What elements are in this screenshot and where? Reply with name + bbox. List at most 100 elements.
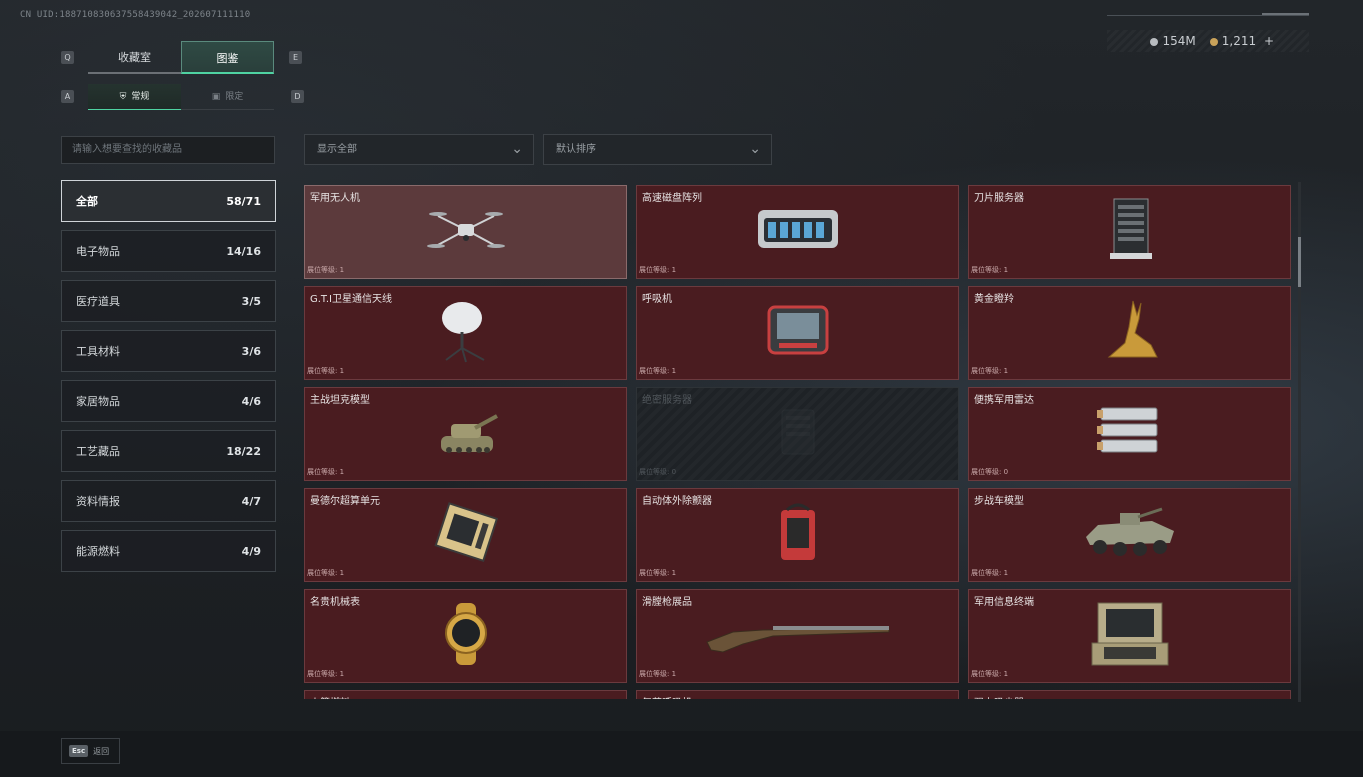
user-uid: CN UID:18871083063755843904​2_2026071111…	[20, 10, 251, 20]
collection-screen: CN UID:18871083063755843904​2_2026071111…	[0, 0, 1363, 777]
sort-value: 默认排序	[556, 144, 596, 155]
category-label: 医疗道具	[76, 295, 120, 308]
gold-amount: 1,211	[1221, 34, 1257, 48]
supercomputer-unit-icon	[431, 502, 501, 568]
item-card[interactable]: G.T.I卫星通信天线 展位等级: 1	[304, 286, 627, 380]
category-household[interactable]: 家居物品 4/6	[61, 380, 276, 422]
item-name: 便携军用雷达	[974, 395, 1034, 406]
secret-server-icon	[768, 402, 828, 466]
item-display-level: 展位等级: 1	[971, 569, 1009, 577]
item-card[interactable]: 自动体外除颤器 展位等级: 1	[636, 488, 959, 582]
item-card[interactable]: 复苏呼吸机	[636, 690, 959, 699]
radar-icon	[1095, 402, 1165, 466]
category-label: 能源燃料	[76, 545, 120, 558]
item-card[interactable]: 滑膛枪展品展位等级: 1	[636, 589, 959, 683]
category-count: 18/22	[226, 444, 261, 458]
item-card[interactable]: 便携军用雷达 展位等级: 0	[968, 387, 1291, 481]
item-card[interactable]: 强力吸尘器	[968, 690, 1291, 699]
item-name: 步战车模型	[974, 496, 1024, 507]
gold-currency: 1,211 +	[1209, 34, 1274, 48]
disk-array-icon	[752, 202, 844, 262]
frame-icon: ▣	[211, 92, 221, 102]
item-card[interactable]: 绝密服务器 展位等级: 0	[636, 387, 959, 481]
category-all[interactable]: 全部 58/71	[61, 180, 276, 222]
esc-key-hint: Esc	[69, 745, 89, 757]
back-label: 返回	[93, 746, 110, 756]
display-filter-value: 显示全部	[317, 144, 357, 155]
category-tools[interactable]: 工具材料 3/6	[61, 330, 276, 372]
tab-regular-label: 常规	[131, 92, 150, 102]
tank-icon	[431, 402, 501, 466]
chevron-down-icon: ⌄	[749, 141, 761, 157]
satellite-dish-icon	[436, 296, 496, 370]
top-tabs: 收藏室 图鉴	[88, 41, 274, 74]
category-label: 资料情报	[76, 495, 120, 508]
item-display-level: 展位等级: 0	[639, 468, 677, 476]
item-card[interactable]: 高速磁盘阵列 展位等级: 1	[636, 185, 959, 279]
category-count: 4/7	[241, 494, 261, 508]
category-crafts[interactable]: 工艺藏品 18/22	[61, 430, 276, 472]
tab-collection-room[interactable]: 收藏室	[88, 41, 181, 74]
tab-codex[interactable]: 图鉴	[181, 41, 274, 74]
category-energy[interactable]: 能源燃料 4/9	[61, 530, 276, 572]
item-card[interactable]: 呼吸机 展位等级: 1	[636, 286, 959, 380]
item-display-level: 展位等级: 1	[307, 670, 345, 678]
category-electronics[interactable]: 电子物品 14/16	[61, 230, 276, 272]
item-name: 自动体外除颤器	[642, 496, 712, 507]
currency-divider-accent	[1262, 13, 1309, 15]
category-count: 4/9	[241, 544, 261, 558]
category-label: 电子物品	[76, 245, 120, 258]
sub-tabs: ⛨ 常规 ▣ 限定	[88, 84, 274, 110]
item-card[interactable]: 军用信息终端 展位等级: 1	[968, 589, 1291, 683]
musket-icon	[703, 614, 893, 658]
item-name: 高速磁盘阵列	[642, 193, 702, 204]
item-display-level: 展位等级: 1	[307, 468, 345, 476]
item-name: 曼德尔超算单元	[310, 496, 380, 507]
currency-divider	[1107, 15, 1309, 16]
add-currency-button[interactable]: +	[1264, 34, 1274, 48]
item-name: 黄金瞪羚	[974, 294, 1014, 305]
item-name: G.T.I卫星通信天线	[310, 294, 392, 305]
item-card[interactable]: 军用无人机 展位等级: 1	[304, 185, 627, 279]
scrollbar-thumb[interactable]	[1298, 237, 1301, 287]
category-label: 工具材料	[76, 345, 120, 358]
item-card[interactable]: 火箭燃料	[304, 690, 627, 699]
item-card[interactable]: 主战坦克模型 展位等级: 1	[304, 387, 627, 481]
watch-icon	[438, 601, 494, 671]
item-name: 名贵机械表	[310, 597, 360, 608]
item-display-level: 展位等级: 1	[307, 367, 345, 375]
blade-server-icon	[1102, 195, 1158, 269]
category-count: 3/5	[241, 294, 261, 308]
category-count: 4/6	[241, 394, 261, 408]
drone-icon	[426, 202, 506, 262]
item-name: 强力吸尘器	[974, 694, 1024, 699]
defibrillator-icon	[773, 500, 823, 570]
item-display-level: 展位等级: 1	[639, 670, 677, 678]
item-name: 火箭燃料	[310, 694, 350, 699]
ifv-icon	[1080, 503, 1180, 567]
item-display-level: 展位等级: 1	[639, 367, 677, 375]
item-card[interactable]: 步战车模型展位等级: 1	[968, 488, 1291, 582]
silver-amount: 154M	[1162, 34, 1196, 48]
item-card[interactable]: 刀片服务器 展位等级: 1	[968, 185, 1291, 279]
item-name: 复苏呼吸机	[642, 694, 692, 699]
back-button[interactable]: Esc 返回	[61, 738, 120, 764]
item-name: 军用信息终端	[974, 597, 1034, 608]
category-label: 工艺藏品	[76, 445, 120, 458]
search-input[interactable]: 请输入想要查找的收藏品	[61, 136, 275, 164]
gold-coin-icon	[1209, 37, 1218, 46]
category-medical[interactable]: 医疗道具 3/5	[61, 280, 276, 322]
sort-dropdown[interactable]: 默认排序 ⌄	[543, 134, 772, 165]
item-name: 刀片服务器	[974, 193, 1024, 204]
item-name: 滑膛枪展品	[642, 597, 692, 608]
tab-regular[interactable]: ⛨ 常规	[88, 84, 181, 110]
category-intel[interactable]: 资料情报 4/7	[61, 480, 276, 522]
item-card[interactable]: 名贵机械表展位等级: 1	[304, 589, 627, 683]
item-card[interactable]: 黄金瞪羚 展位等级: 1	[968, 286, 1291, 380]
display-filter-dropdown[interactable]: 显示全部 ⌄	[304, 134, 534, 165]
bottom-bar	[0, 731, 1363, 777]
tab-limited[interactable]: ▣ 限定	[181, 84, 274, 110]
item-card[interactable]: 曼德尔超算单元 展位等级: 1	[304, 488, 627, 582]
silver-currency: 154M	[1150, 34, 1196, 48]
key-hint-e: E	[289, 51, 302, 64]
